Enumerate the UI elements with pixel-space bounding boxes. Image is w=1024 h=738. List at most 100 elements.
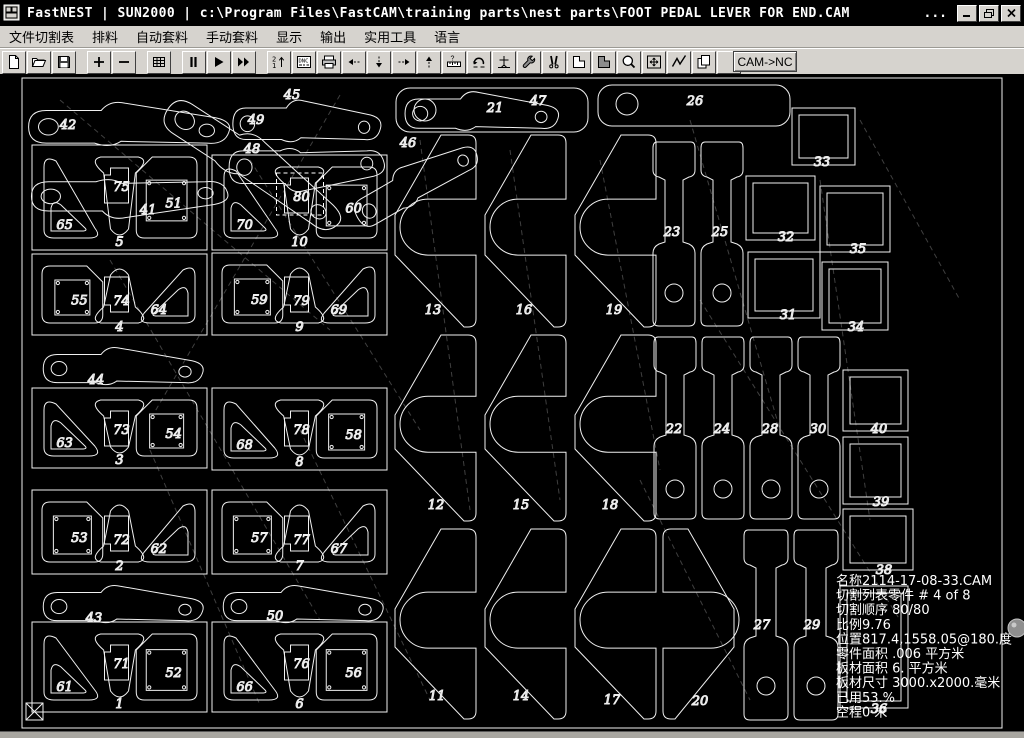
setup-button[interactable] xyxy=(517,51,541,74)
rotate-button[interactable] xyxy=(467,51,491,74)
nest-info-line: 零件面积 .006 平方米 xyxy=(836,646,964,662)
part-43[interactable]: 43 xyxy=(43,585,203,626)
minimize-button[interactable] xyxy=(957,5,977,22)
part-16[interactable]: 16 xyxy=(485,135,566,327)
part-23[interactable]: 23 xyxy=(653,142,695,326)
grid-icon xyxy=(151,54,167,70)
plate-9[interactable]: 5979699 xyxy=(212,253,387,335)
sequence-button[interactable]: 21 xyxy=(267,51,291,74)
plate-4[interactable]: 5574644 xyxy=(32,254,207,335)
fast-forward-button[interactable] xyxy=(232,51,256,74)
part-14[interactable]: 14 xyxy=(485,529,566,719)
cam-to-nc-button[interactable]: CAM->NC xyxy=(733,51,797,72)
part-label: 59 xyxy=(251,293,268,308)
nest-corner-button[interactable] xyxy=(567,51,591,74)
menu-item-utilities[interactable]: 实用工具 xyxy=(355,25,425,48)
part-39[interactable]: 39 xyxy=(843,437,908,510)
part-26[interactable]: 26 xyxy=(598,85,790,126)
toolbar-group xyxy=(147,51,172,74)
pause-button[interactable] xyxy=(182,51,206,74)
part-25[interactable]: 25 xyxy=(701,142,743,326)
move-left-button[interactable] xyxy=(342,51,366,74)
title-bar[interactable]: FastNEST | SUN2000 | c:\Program Files\Fa… xyxy=(0,0,1024,26)
part-22[interactable]: 22 xyxy=(654,337,696,519)
part-label: 41 xyxy=(139,203,157,218)
nest-info-line: 切割顺序 80/80 xyxy=(836,602,930,618)
part-33[interactable]: 33 xyxy=(792,108,855,170)
part-35[interactable]: 35 xyxy=(820,186,890,257)
plate-5[interactable]: 6575515 xyxy=(32,145,207,250)
part-30[interactable]: 30 xyxy=(798,337,840,519)
part-13[interactable]: 13 xyxy=(395,135,476,327)
part-24[interactable]: 24 xyxy=(702,337,744,519)
part-32[interactable]: 32 xyxy=(746,176,815,245)
part-12[interactable]: 12 xyxy=(395,335,476,521)
new-button[interactable] xyxy=(2,51,26,74)
part-label: 48 xyxy=(243,142,261,157)
part-44[interactable]: 44 xyxy=(43,347,203,388)
plate-6[interactable]: 6676566 xyxy=(212,622,387,712)
menu-item-auto-nest[interactable]: 自动套料 xyxy=(127,25,197,48)
menu-item-file-cut-list[interactable]: 文件切割表 xyxy=(0,25,83,48)
move-down-button[interactable] xyxy=(367,51,391,74)
part-34[interactable]: 34 xyxy=(822,262,888,335)
restore-button[interactable] xyxy=(979,5,999,22)
zoom-window-button[interactable] xyxy=(617,51,641,74)
zoom-out-icon xyxy=(116,54,132,70)
part-31[interactable]: 31 xyxy=(748,252,820,323)
plate-3[interactable]: 6373543 xyxy=(32,388,207,468)
part-17[interactable]: 17 xyxy=(575,529,656,719)
part-27[interactable]: 27 xyxy=(744,530,788,720)
path-button[interactable] xyxy=(667,51,691,74)
part-20[interactable]: 20 xyxy=(663,529,739,719)
menu-item-manual-nest[interactable]: 手动套料 xyxy=(197,25,267,48)
open-button[interactable] xyxy=(27,51,51,74)
part-28[interactable]: 28 xyxy=(750,337,792,519)
zoom-in-button[interactable] xyxy=(87,51,111,74)
part-11[interactable]: 11 xyxy=(395,529,476,719)
plate-8[interactable]: 6878588 xyxy=(212,388,387,470)
part-50[interactable]: 50 xyxy=(223,585,383,624)
close-button[interactable] xyxy=(1001,5,1021,22)
part-label: 13 xyxy=(425,303,442,318)
part-19[interactable]: 19 xyxy=(575,135,656,327)
move-right-button[interactable] xyxy=(392,51,416,74)
part-47[interactable]: 47 xyxy=(405,92,559,131)
rotate-icon xyxy=(471,54,487,70)
plate-10[interactable]: 70806010 xyxy=(212,155,387,250)
save-button[interactable] xyxy=(52,51,76,74)
part-label: 52 xyxy=(165,666,182,681)
datum-button[interactable] xyxy=(492,51,516,74)
nest-block-button[interactable] xyxy=(592,51,616,74)
zoom-out-button[interactable] xyxy=(112,51,136,74)
play-button[interactable] xyxy=(207,51,231,74)
menu-item-language[interactable]: 语言 xyxy=(425,25,469,48)
part-label: 34 xyxy=(848,320,865,335)
part-18[interactable]: 18 xyxy=(575,335,656,521)
pause-icon xyxy=(186,54,202,70)
fastnest-window: FastNEST | SUN2000 | c:\Program Files\Fa… xyxy=(0,0,1024,738)
cut-button[interactable] xyxy=(542,51,566,74)
menu-item-output[interactable]: 输出 xyxy=(311,25,355,48)
zoom-extents-button[interactable] xyxy=(642,51,666,74)
toolbar-group xyxy=(2,51,77,74)
plate-1[interactable]: 6171521 xyxy=(32,622,207,712)
drawing-area[interactable]: 6575515557464463735435372622617152170806… xyxy=(0,74,1024,731)
part-label: 35 xyxy=(850,242,867,257)
menu-item-display[interactable]: 显示 xyxy=(267,25,311,48)
part-label: 71 xyxy=(113,657,130,672)
print-button[interactable] xyxy=(317,51,341,74)
part-38[interactable]: 38 xyxy=(843,509,913,578)
part-15[interactable]: 15 xyxy=(485,335,566,521)
plate-2[interactable]: 5372622 xyxy=(32,490,207,574)
grid-button[interactable] xyxy=(147,51,171,74)
copy-sheet-button[interactable] xyxy=(692,51,716,74)
dnc-button[interactable]: DNC xyxy=(292,51,316,74)
svg-text:DNC: DNC xyxy=(299,59,309,65)
part-29[interactable]: 29 xyxy=(794,530,838,720)
part-label: 15 xyxy=(513,498,530,513)
menu-item-nest[interactable]: 排料 xyxy=(83,25,127,48)
measure-button[interactable]: ? xyxy=(442,51,466,74)
plate-7[interactable]: 5777677 xyxy=(212,490,387,574)
move-up-button[interactable] xyxy=(417,51,441,74)
